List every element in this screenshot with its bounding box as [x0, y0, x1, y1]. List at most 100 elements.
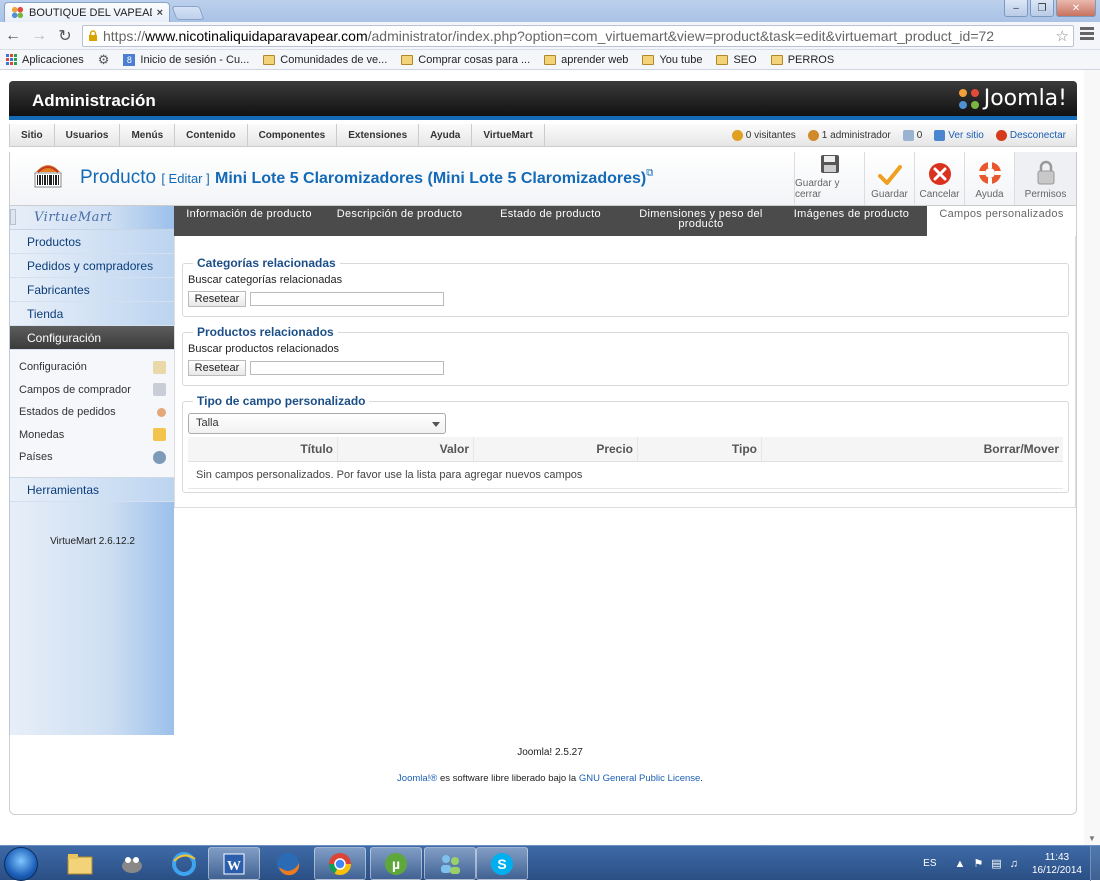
- submenu-paises[interactable]: Países: [10, 446, 174, 469]
- submenu-monedas[interactable]: Monedas: [10, 424, 174, 447]
- tab-close-icon[interactable]: ×: [157, 7, 163, 19]
- reload-icon[interactable]: ↻: [52, 26, 78, 46]
- volume-icon[interactable]: ♫: [1010, 858, 1018, 870]
- col-tipo: Tipo: [638, 437, 762, 461]
- help-button[interactable]: Ayuda: [964, 152, 1014, 205]
- save-button[interactable]: Guardar: [864, 152, 914, 205]
- chrome-menu-icon[interactable]: [1080, 27, 1094, 42]
- scroll-down-icon[interactable]: ▼: [1088, 834, 1096, 843]
- bookmark-star-icon[interactable]: ☆: [1056, 27, 1069, 45]
- tray-expand-icon[interactable]: ▲: [955, 858, 966, 870]
- tab-estado[interactable]: Estado de producto: [475, 206, 626, 236]
- submenu-campos-comprador[interactable]: Campos de comprador: [10, 379, 174, 402]
- bookmark-folder[interactable]: Comprar cosas para ...: [401, 54, 530, 66]
- sidebar-item-herramientas[interactable]: Herramientas: [10, 477, 174, 502]
- empty-message-row: Sin campos personalizados. Por favor use…: [188, 462, 1063, 489]
- submenu-configuracion[interactable]: Configuración: [10, 356, 174, 379]
- menu-componentes[interactable]: Componentes: [248, 123, 338, 147]
- cancel-button[interactable]: Cancelar: [914, 152, 964, 205]
- gpl-license-link[interactable]: GNU General Public License: [579, 773, 700, 784]
- logout-link[interactable]: Desconectar: [995, 130, 1066, 141]
- related-products-search-input[interactable]: [250, 361, 444, 375]
- network-taskbar-icon[interactable]: [424, 847, 476, 880]
- bookmark-login[interactable]: 8 Inicio de sesión - Cu...: [123, 53, 249, 66]
- tab-informacion[interactable]: Información de producto: [174, 206, 324, 236]
- save-close-button[interactable]: Guardar y cerrar: [794, 152, 864, 205]
- bookmark-folder[interactable]: aprender web: [544, 54, 628, 66]
- ie-taskbar-icon[interactable]: [158, 847, 210, 880]
- explorer-taskbar-icon[interactable]: [54, 847, 106, 880]
- action-center-flag-icon[interactable]: ⚑: [973, 857, 983, 870]
- back-icon[interactable]: ←: [0, 27, 26, 45]
- sidebar-item-productos[interactable]: Productos: [10, 230, 174, 254]
- page-scrollbar[interactable]: ▼: [1084, 70, 1100, 845]
- utorrent-taskbar-icon[interactable]: µ: [370, 847, 422, 880]
- form-icon: [153, 383, 166, 397]
- bookmark-apps[interactable]: Aplicaciones: [6, 54, 84, 66]
- custom-field-type-select[interactable]: Talla: [188, 413, 446, 434]
- forward-icon[interactable]: →: [26, 27, 52, 45]
- bookmark-folder[interactable]: PERROS: [770, 54, 834, 66]
- menu-ayuda[interactable]: Ayuda: [419, 123, 473, 147]
- padlock-icon: [1037, 160, 1054, 185]
- view-site-link[interactable]: Ver sitio: [934, 130, 984, 141]
- restore-icon[interactable]: ❐: [1030, 0, 1054, 17]
- google-icon: 8: [123, 53, 136, 66]
- close-window-icon[interactable]: ✕: [1056, 0, 1096, 17]
- messages-status[interactable]: 0: [902, 130, 922, 141]
- col-precio: Precio: [474, 437, 638, 461]
- joomla-link[interactable]: Joomla!®: [397, 773, 437, 784]
- address-bar[interactable]: https://www.nicotinaliquidaparavapear.co…: [82, 25, 1074, 47]
- bookmark-folder[interactable]: Comunidades de ve...: [263, 54, 387, 66]
- menu-usuarios[interactable]: Usuarios: [55, 123, 121, 147]
- menu-menus[interactable]: Menús: [120, 123, 176, 147]
- sidebar-item-fabricantes[interactable]: Fabricantes: [10, 278, 174, 302]
- admin-user-icon: [807, 130, 819, 141]
- gimp-taskbar-icon[interactable]: [106, 847, 158, 880]
- folder-icon: [401, 54, 414, 65]
- visitors-icon: [731, 130, 743, 141]
- sidebar-item-configuracion[interactable]: Configuración: [10, 326, 174, 350]
- tab-dimensiones[interactable]: Dimensiones y peso del producto: [626, 206, 776, 236]
- tab-imagenes[interactable]: Imágenes de producto: [776, 206, 927, 236]
- sidebar-item-tienda[interactable]: Tienda: [10, 302, 174, 326]
- minimize-icon[interactable]: –: [1004, 0, 1028, 17]
- network-icon[interactable]: ▤: [991, 857, 1001, 870]
- collapse-sidebar-icon[interactable]: [10, 209, 16, 225]
- menu-sitio[interactable]: Sitio: [10, 123, 55, 147]
- permissions-button[interactable]: Permisos: [1014, 152, 1076, 205]
- bookmark-folder[interactable]: You tube: [642, 54, 702, 66]
- menu-extensiones[interactable]: Extensiones: [337, 123, 420, 147]
- clock[interactable]: 11:43 16/12/2014: [1032, 851, 1082, 877]
- chrome-taskbar-icon[interactable]: [314, 847, 366, 880]
- skype-taskbar-icon[interactable]: S: [476, 847, 528, 880]
- sidebar-item-pedidos[interactable]: Pedidos y compradores: [10, 254, 174, 278]
- external-link-icon[interactable]: ⧉: [646, 168, 653, 179]
- show-desktop-button[interactable]: [1090, 846, 1100, 881]
- menu-virtuemart[interactable]: VirtueMart: [472, 123, 545, 147]
- internet-explorer-icon: [172, 851, 196, 876]
- start-button[interactable]: [4, 847, 38, 881]
- action-toolbar: Guardar y cerrar Guardar Cancelar Ayuda …: [794, 152, 1076, 205]
- browser-tabstrip: BOUTIQUE DEL VAPEADO × – ❐ ✕: [0, 0, 1100, 22]
- firefox-taskbar-icon[interactable]: [262, 847, 314, 880]
- related-categories-search-input[interactable]: [250, 292, 444, 306]
- browser-tab[interactable]: BOUTIQUE DEL VAPEADO ×: [4, 2, 170, 22]
- bookmark-settings[interactable]: ⚙: [98, 52, 110, 68]
- tab-panel: Categorías relacionadas Buscar categoría…: [174, 236, 1076, 508]
- tab-descripcion[interactable]: Descripción de producto: [324, 206, 475, 236]
- related-categories-legend: Categorías relacionadas: [193, 256, 340, 270]
- bookmark-folder[interactable]: SEO: [716, 54, 757, 66]
- reset-products-button[interactable]: Resetear: [188, 360, 246, 376]
- reset-categories-button[interactable]: Resetear: [188, 291, 246, 307]
- gear-icon: ⚙: [97, 51, 110, 67]
- new-tab-button[interactable]: [171, 6, 205, 20]
- menu-contenido[interactable]: Contenido: [175, 123, 248, 147]
- language-indicator[interactable]: ES: [923, 858, 936, 869]
- word-taskbar-icon[interactable]: W: [208, 847, 260, 880]
- submenu-estados-pedidos[interactable]: Estados de pedidos: [10, 401, 174, 424]
- tab-campos-personalizados[interactable]: Campos personalizados: [927, 206, 1076, 236]
- clock-date: 16/12/2014: [1031, 864, 1082, 876]
- checkmark-icon: [877, 165, 902, 185]
- col-valor: Valor: [338, 437, 474, 461]
